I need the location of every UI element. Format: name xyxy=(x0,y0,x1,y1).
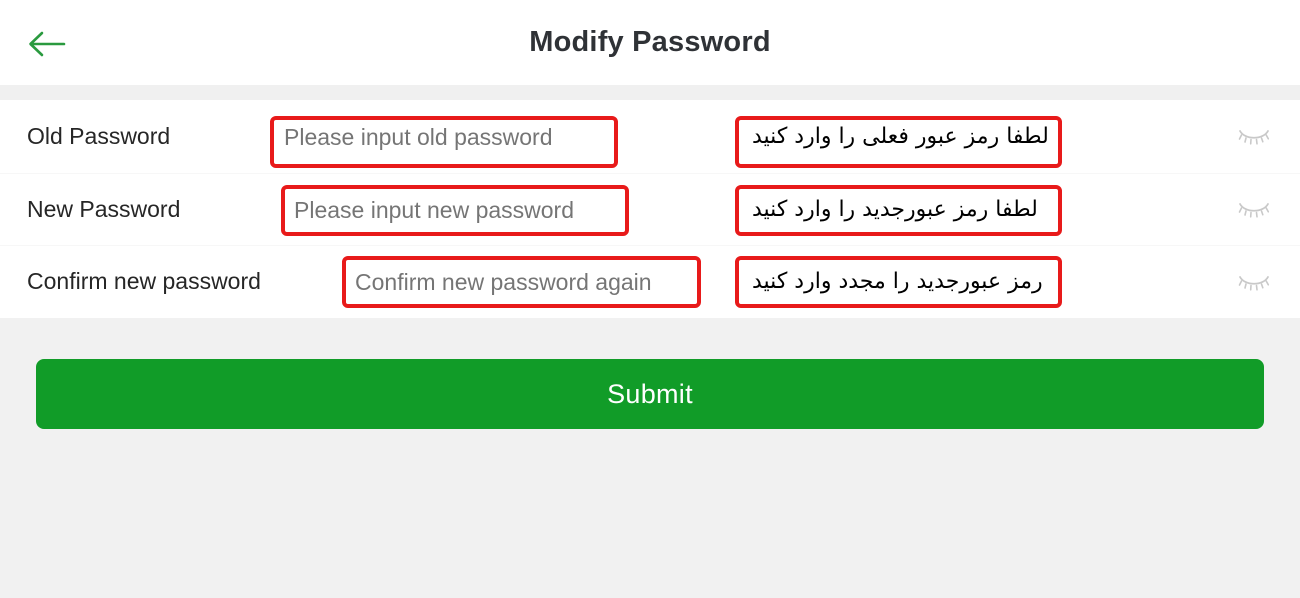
eye-closed-icon xyxy=(1237,126,1271,146)
form-row-new-password: New Password لطفا رمز عبورجدید را وارد ک… xyxy=(0,172,1300,247)
eye-closed-icon xyxy=(1237,272,1271,292)
toggle-visibility-new-password[interactable] xyxy=(1233,174,1275,246)
eye-closed-icon xyxy=(1237,199,1271,219)
toggle-visibility-old-password[interactable] xyxy=(1233,100,1275,173)
input-old-password[interactable] xyxy=(282,100,611,175)
form-row-confirm-password: Confirm new password رمز عبورجدید را مجد… xyxy=(0,245,1300,320)
form-row-old-password: Old Password لطفا رمز عبور فعلی را وارد … xyxy=(0,100,1300,175)
translation-new-password: لطفا رمز عبورجدید را وارد کنید xyxy=(752,196,1038,222)
app-header: Modify Password xyxy=(0,0,1300,85)
modify-password-screen: Modify Password Old Password لطفا رمز عب… xyxy=(0,0,1300,598)
input-confirm-password[interactable] xyxy=(353,246,707,320)
header-divider-band xyxy=(0,85,1300,100)
label-old-password: Old Password xyxy=(27,122,171,149)
label-confirm-password: Confirm new password xyxy=(27,268,261,295)
submit-button[interactable]: Submit xyxy=(36,359,1264,429)
page-title: Modify Password xyxy=(529,26,771,58)
translation-confirm-password: رمز عبورجدید را مجدد وارد کنید xyxy=(752,269,1043,295)
label-new-password: New Password xyxy=(27,195,181,222)
translation-old-password: لطفا رمز عبور فعلی را وارد کنید xyxy=(752,123,1049,149)
input-new-password[interactable] xyxy=(292,173,631,247)
password-form-list: Old Password لطفا رمز عبور فعلی را وارد … xyxy=(0,100,1300,320)
toggle-visibility-confirm-password[interactable] xyxy=(1233,246,1275,318)
